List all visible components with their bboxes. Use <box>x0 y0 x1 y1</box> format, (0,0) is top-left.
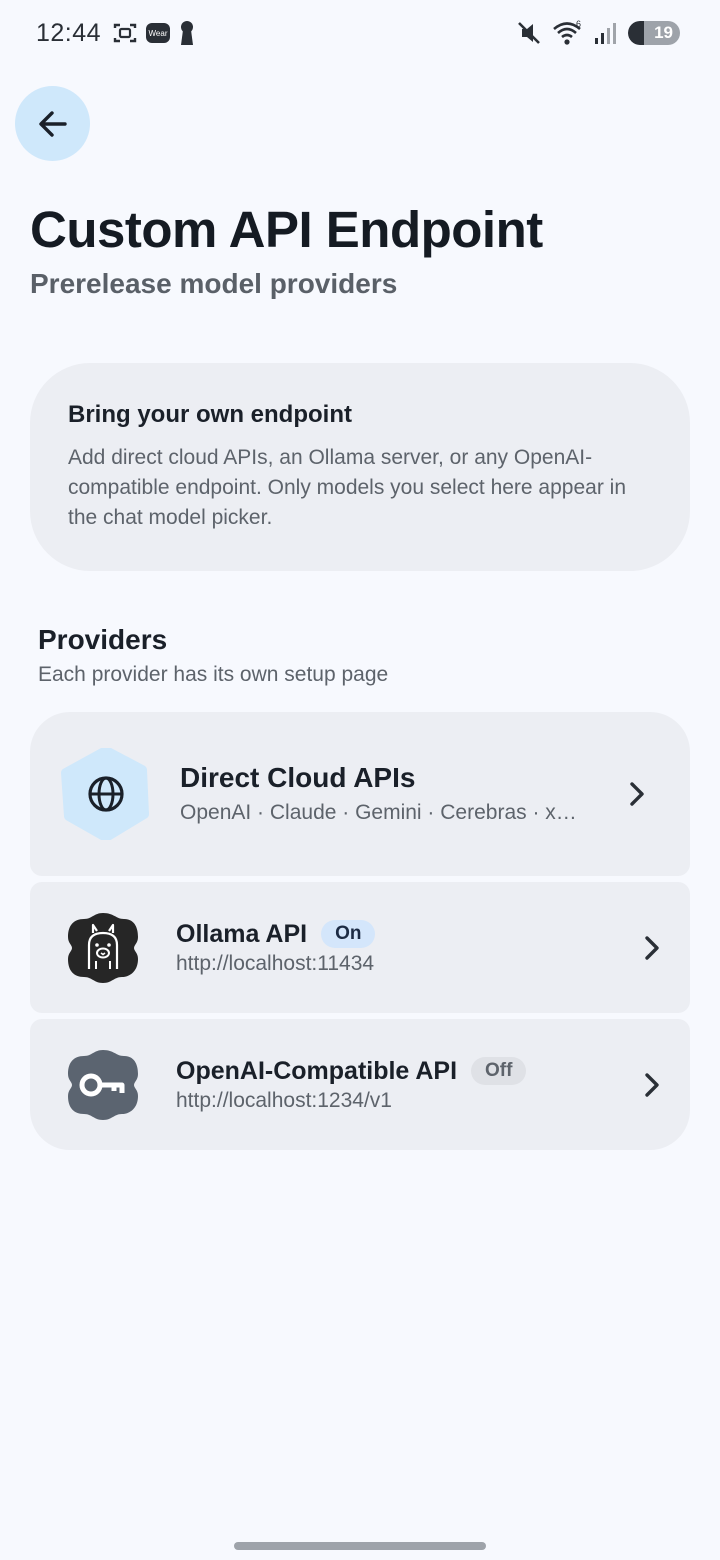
provider-detail: http://localhost:11434 <box>176 952 375 975</box>
provider-item-ollama-api[interactable]: Ollama API On http://localhost:11434 <box>30 882 690 1013</box>
chevron-right-icon <box>645 936 659 960</box>
signal-icon <box>595 23 616 44</box>
provider-name-text: OpenAI-Compatible API <box>176 1057 458 1085</box>
provider-detail: http://localhost:1234/v1 <box>176 1089 392 1112</box>
mute-icon <box>518 22 540 44</box>
svg-text:6: 6 <box>576 20 581 29</box>
wear-badge: Wear <box>146 23 170 43</box>
wear-label: Wear <box>148 28 168 38</box>
back-button[interactable] <box>15 86 90 161</box>
provider-detail: OpenAI · Claude · Gemini · Cerebras · x… <box>180 801 577 824</box>
chevron-right-icon <box>645 1073 659 1097</box>
provider-icon-container <box>64 1046 142 1124</box>
provider-name: OpenAI-Compatible API Off <box>176 1057 527 1086</box>
page-subtitle: Prerelease model providers <box>30 268 398 299</box>
status-right-icons: 6 19 <box>516 20 680 46</box>
globe-icon <box>61 748 149 840</box>
provider-item-direct-cloud-apis[interactable]: Direct Cloud APIs OpenAI · Claude · Gemi… <box>30 712 690 876</box>
key-icon <box>68 1050 138 1120</box>
status-bar: 12:44 Wear 6 19 <box>0 0 720 66</box>
info-card: Bring your own endpoint Add direct cloud… <box>30 363 690 571</box>
provider-icon-container <box>64 909 142 987</box>
status-left-icons: Wear <box>112 20 196 46</box>
chevron-right-icon <box>630 782 644 806</box>
provider-name-text: Ollama API <box>176 920 308 948</box>
providers-section-subtitle: Each provider has its own setup page <box>38 663 389 686</box>
page-title: Custom API Endpoint <box>30 201 543 258</box>
home-indicator[interactable] <box>234 1542 486 1550</box>
battery-charging-icon: 19 <box>628 21 680 45</box>
provider-item-openai-compatible-api[interactable]: OpenAI-Compatible API Off http://localhos… <box>30 1019 690 1150</box>
arrow-left-icon <box>38 110 67 137</box>
llama-icon <box>68 913 138 983</box>
status-badge: Off <box>471 1057 527 1085</box>
provider-name: Direct Cloud APIs <box>180 762 416 793</box>
battery-level: 19 <box>654 23 673 42</box>
status-badge: On <box>321 920 376 948</box>
info-card-body: Add direct cloud APIs, an Ollama server,… <box>68 446 626 529</box>
keyhole-icon <box>181 21 193 45</box>
providers-section-title: Providers <box>38 624 168 655</box>
status-time: 12:44 <box>36 19 102 47</box>
info-card-title: Bring your own endpoint <box>68 401 352 428</box>
provider-icon-container <box>60 748 152 840</box>
wifi-icon: 6 <box>553 20 581 45</box>
screenshot-icon <box>113 23 137 43</box>
provider-name: Ollama API On <box>176 920 376 949</box>
